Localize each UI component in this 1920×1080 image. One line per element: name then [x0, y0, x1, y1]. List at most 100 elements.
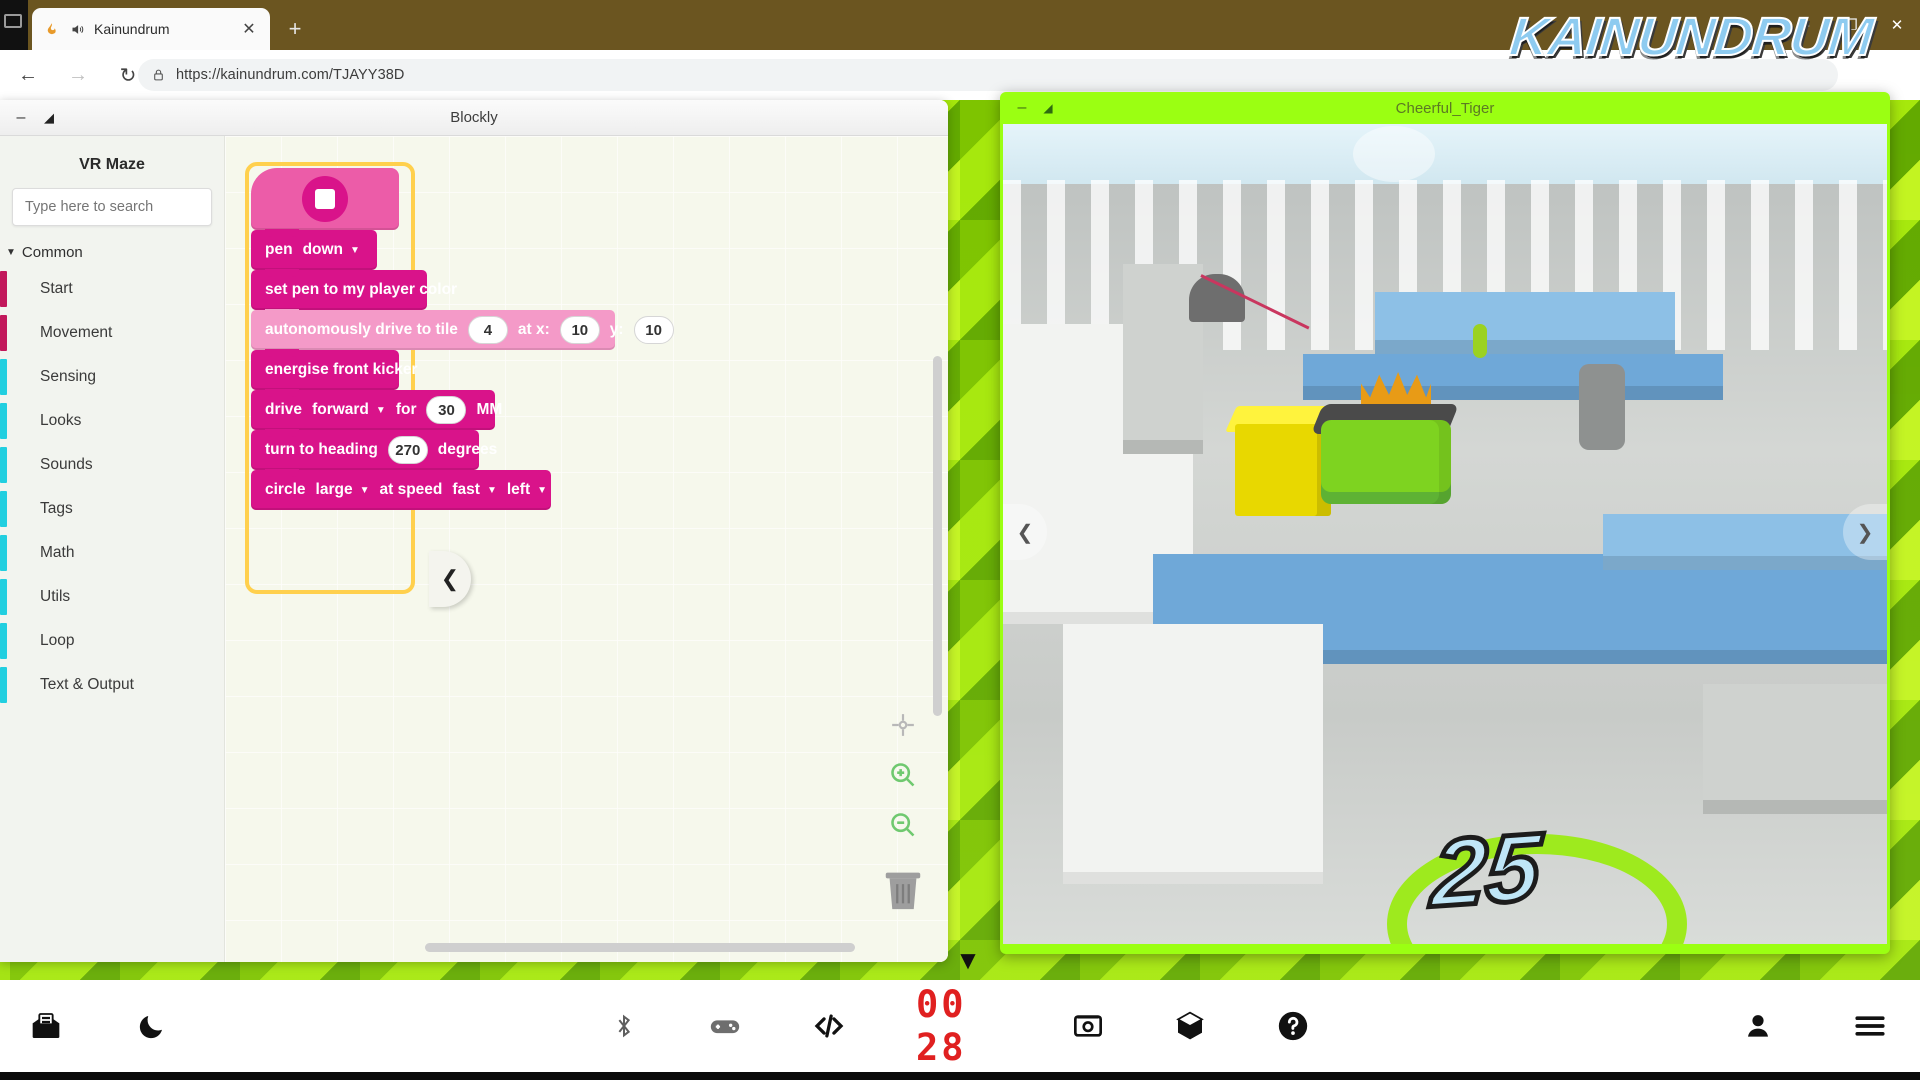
system-menu-area	[0, 0, 28, 50]
block-dropdown[interactable]: forward ▼	[312, 401, 386, 419]
stop-button-icon[interactable]	[302, 176, 348, 222]
sidebar-item-utils[interactable]: Utils	[0, 575, 224, 619]
screenshot-icon[interactable]	[1072, 1006, 1104, 1046]
bottom-toolbar: 00 28	[0, 980, 1920, 1072]
block-pen[interactable]: pen down ▼	[251, 229, 377, 270]
browser-tab[interactable]: Kainundrum ✕	[32, 8, 270, 50]
workspace-vertical-scrollbar[interactable]	[933, 356, 942, 716]
block-dropdown[interactable]: fast ▼	[452, 481, 496, 499]
bluetooth-icon[interactable]	[610, 1006, 638, 1046]
sidebar-item-math[interactable]: Math	[0, 531, 224, 575]
sidebar-item-label: Sensing	[40, 368, 97, 385]
account-icon[interactable]	[1738, 1006, 1778, 1046]
block-number-field[interactable]: 270	[387, 436, 428, 464]
sidebar-item-start[interactable]: Start	[0, 267, 224, 311]
game-viewport[interactable]: 25 ❮ ❯	[1003, 124, 1887, 944]
sidebar-item-movement[interactable]: Movement	[0, 311, 224, 355]
block-drive-forward[interactable]: drive forward ▼ for 30 MM	[251, 389, 502, 430]
block-stack[interactable]: pen down ▼ set pen to my player color autono…	[245, 162, 674, 594]
block-notch	[265, 389, 299, 397]
workspace-horizontal-scrollbar[interactable]	[425, 943, 855, 952]
moon-icon[interactable]	[132, 1006, 172, 1046]
gamepad-icon[interactable]	[708, 1006, 742, 1046]
sidebar-item-sounds[interactable]: Sounds	[0, 443, 224, 487]
code-icon[interactable]	[812, 1006, 846, 1046]
close-icon[interactable]: ✕	[238, 18, 260, 40]
hamburger-menu-icon[interactable]	[1850, 1006, 1890, 1046]
block-number-field[interactable]: 10	[633, 316, 674, 344]
block-dropdown-label: left	[506, 481, 531, 498]
sidebar-item-label: Looks	[40, 412, 82, 429]
collectible-item	[1473, 324, 1487, 358]
block-notch	[265, 309, 299, 317]
start-hat-block[interactable]	[251, 168, 399, 230]
browser-window: Kainundrum ✕ + – ❐ ✕ ← → ↻ https://kainu…	[0, 0, 1920, 1080]
maze-wall	[1063, 624, 1323, 884]
block-notch	[265, 469, 299, 477]
blockly-title: Blockly	[450, 109, 498, 126]
inbox-icon[interactable]	[26, 1006, 66, 1046]
site-logo: KAINUNDRUM	[1506, 6, 1876, 68]
blockly-workspace[interactable]: pen down ▼ set pen to my player color autono…	[225, 136, 948, 962]
lock-icon	[150, 67, 166, 83]
block-dropdown[interactable]: left ▼	[507, 481, 547, 499]
block-number-field[interactable]: 30	[426, 396, 467, 424]
chevron-down-icon[interactable]: ▼	[940, 940, 996, 980]
category-color-bar	[0, 667, 7, 703]
sidebar-item-looks[interactable]: Looks	[0, 399, 224, 443]
block-number-field[interactable]: 10	[559, 316, 600, 344]
sidebar-item-loop[interactable]: Loop	[0, 619, 224, 663]
toolbox-group-header[interactable]: ▼ Common	[0, 242, 224, 267]
flame-icon	[42, 20, 60, 38]
sidebar-item-tags[interactable]: Tags	[0, 487, 224, 531]
block-turn-heading[interactable]: turn to heading 270 degrees	[251, 429, 497, 470]
toolbox-item-list: Start Movement Sensing Looks Sounds Tags Math U…	[0, 267, 224, 707]
block-label: pen	[265, 241, 293, 258]
zoom-out-icon[interactable]	[886, 808, 920, 842]
search-field[interactable]	[12, 188, 212, 226]
zoom-in-icon[interactable]	[886, 758, 920, 792]
block-dropdown[interactable]: down ▼	[303, 241, 360, 259]
block-dropdown-label: fast	[452, 481, 480, 498]
block-notch	[265, 429, 299, 437]
url-text: https://kainundrum.com/TJAYY38D	[176, 67, 405, 83]
toolbox-group-label: Common	[21, 244, 83, 261]
block-label: set pen to my player color	[265, 281, 458, 298]
block-number-field[interactable]: 4	[467, 316, 508, 344]
center-target-icon[interactable]	[886, 708, 920, 742]
back-arrow-icon[interactable]: ←	[6, 53, 50, 97]
block-dropdown-label: forward	[312, 401, 369, 418]
blockly-title-bar: – ◢ Blockly	[0, 100, 948, 136]
forward-arrow-icon[interactable]: →	[56, 53, 100, 97]
sidebar-item-label: Utils	[40, 588, 71, 605]
category-color-bar	[0, 403, 7, 439]
workspace-tools	[886, 708, 920, 842]
new-tab-button[interactable]: +	[280, 14, 310, 44]
game-window: – ◢ Cheerful_Tiger 25 ❮ ❯	[1000, 92, 1890, 954]
trash-icon[interactable]	[880, 862, 926, 914]
help-icon[interactable]	[1276, 1006, 1310, 1046]
toolbar-right-group	[1738, 1006, 1890, 1046]
block-label: MM	[476, 401, 503, 418]
block-circle[interactable]: circle large ▼ at speed fast ▼ left ▼	[251, 469, 551, 510]
game-title-bar: – ◢ Cheerful_Tiger	[1000, 92, 1890, 124]
search-input[interactable]	[25, 199, 199, 215]
block-drive-to-tile[interactable]: autonomously drive to tile 4 at x: 10 y: 10	[251, 309, 674, 350]
block-notch	[265, 229, 299, 237]
block-set-pen-color[interactable]: set pen to my player color	[251, 269, 457, 310]
block-row-list: pen down ▼ set pen to my player color autono…	[251, 229, 674, 510]
category-color-bar	[0, 315, 7, 351]
cube-icon[interactable]	[1174, 1006, 1206, 1046]
category-color-bar	[0, 447, 7, 483]
robot-body	[1321, 420, 1451, 504]
close-button[interactable]: ✕	[1874, 0, 1920, 50]
sidebar-item-sensing[interactable]: Sensing	[0, 355, 224, 399]
speaker-icon[interactable]	[68, 20, 86, 38]
block-label: autonomously drive to tile	[265, 321, 458, 338]
sidebar-item-label: Movement	[40, 324, 113, 341]
block-dropdown[interactable]: large ▼	[316, 481, 370, 499]
maze-wall	[1375, 292, 1675, 354]
sidebar-item-label: Tags	[40, 500, 73, 517]
block-energise-kicker[interactable]: energise front kicker	[251, 349, 417, 390]
sidebar-item-text-output[interactable]: Text & Output	[0, 663, 224, 707]
